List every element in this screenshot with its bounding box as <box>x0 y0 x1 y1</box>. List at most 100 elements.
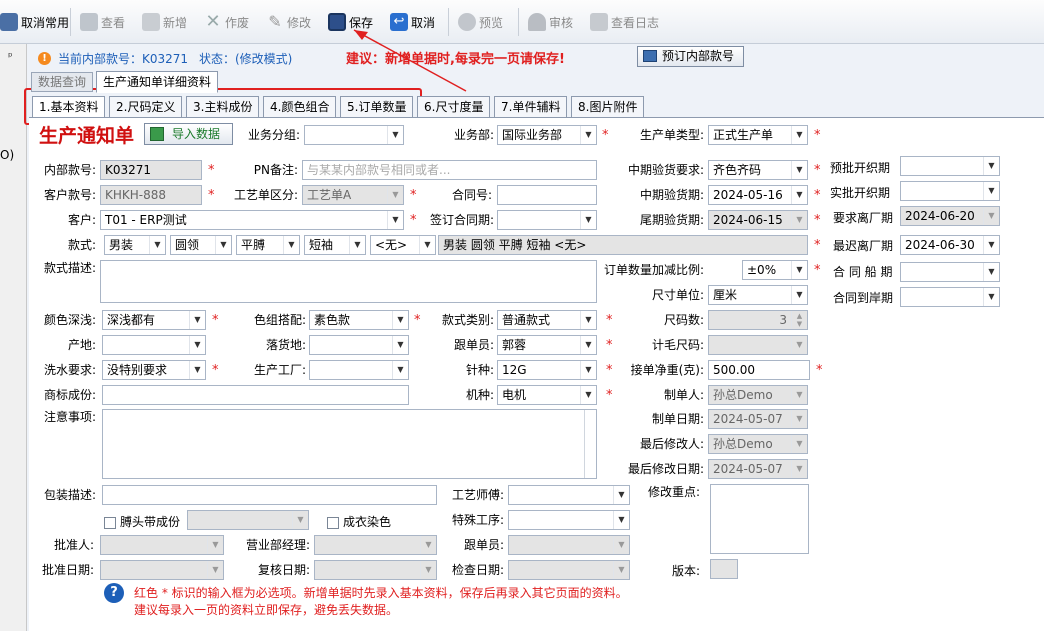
tab-main-material[interactable]: 3.主料成份 <box>186 96 260 118</box>
actual-open-date[interactable]: ▼ <box>900 181 1000 201</box>
last-modify-date[interactable]: 2024-05-07 ▼ <box>708 459 808 479</box>
review-date[interactable]: ▼ <box>314 560 437 580</box>
chevron-down-icon: ▼ <box>983 207 999 225</box>
craft-type-select[interactable]: 工艺单A ▼ <box>302 185 404 205</box>
size-unit-select[interactable]: 厘米 ▼ <box>708 285 808 305</box>
approve-date[interactable]: ▼ <box>100 560 224 580</box>
chevron-down-icon: ▼ <box>387 211 403 229</box>
style-shoulder-select[interactable]: 平膊 ▼ <box>236 235 300 255</box>
import-data-button[interactable]: 导入数据 <box>144 123 233 145</box>
collar-composition-checkbox[interactable]: 膊头带成份 <box>104 512 180 532</box>
required-leave-date[interactable]: 2024-06-20 ▼ <box>900 206 1000 226</box>
size-count-stepper[interactable]: 3 ▲ ▼ <box>708 310 808 330</box>
color-depth-select[interactable]: 深浅都有 ▼ <box>102 310 206 330</box>
maker-select[interactable]: 孙总Demo ▼ <box>708 385 808 405</box>
weight-size-select[interactable]: ▼ <box>708 335 808 355</box>
last-modifier-select[interactable]: 孙总Demo ▼ <box>708 434 808 454</box>
required-mark: * <box>414 313 421 328</box>
craftsman-select[interactable]: ▼ <box>508 485 630 505</box>
sign-date[interactable]: ▼ <box>497 210 597 230</box>
stepper-arrows-icon[interactable]: ▲ ▼ <box>791 311 807 329</box>
notes-scrollbar[interactable] <box>584 410 596 478</box>
delivery-place-select[interactable]: ▼ <box>309 335 409 355</box>
check-date[interactable]: ▼ <box>508 560 630 580</box>
style-gender-select[interactable]: 男装 ▼ <box>104 235 166 255</box>
tab-order-qty[interactable]: 5.订单数量 <box>340 96 414 118</box>
latest-leave-date[interactable]: 2024-06-30 ▼ <box>900 235 1000 255</box>
tab-size-define[interactable]: 2.尺码定义 <box>109 96 183 118</box>
contract-no-input[interactable] <box>497 185 597 205</box>
tab-size-measure[interactable]: 6.尺寸度量 <box>417 96 491 118</box>
collar-composition-select[interactable]: ▼ <box>187 510 309 530</box>
follower2-select[interactable]: ▼ <box>508 535 630 555</box>
label-modify-focus: 修改重点: <box>647 485 700 499</box>
tab-data-query[interactable]: 数据查询 <box>31 72 94 92</box>
wash-req-select[interactable]: 没特别要求 ▼ <box>102 360 206 380</box>
business-group-select[interactable]: ▼ <box>304 125 404 145</box>
label-size-unit: 尺寸单位: <box>651 288 704 302</box>
customer-no-field[interactable]: KHKH-888 <box>100 185 202 205</box>
chevron-down-icon: ▼ <box>392 336 408 354</box>
label-version: 版本: <box>671 564 700 578</box>
style-desc-textarea[interactable] <box>100 260 597 303</box>
style-category-select[interactable]: 普通款式 ▼ <box>497 310 597 330</box>
factory-select[interactable]: ▼ <box>309 360 409 380</box>
pre-open-date[interactable]: ▼ <box>900 156 1000 176</box>
chevron-down-icon: ▼ <box>791 386 807 404</box>
pn-note-input[interactable]: 与某某内部款号相同或者... <box>302 160 597 180</box>
net-weight-input[interactable]: 500.00 <box>708 360 810 380</box>
style-collar-select[interactable]: 圆领 ▼ <box>170 235 232 255</box>
tab-images[interactable]: 8.图片附件 <box>571 96 645 118</box>
chevron-down-icon: ▼ <box>292 511 308 529</box>
chevron-down-icon: ▼ <box>149 236 165 254</box>
chevron-down-icon: ▼ <box>215 236 231 254</box>
order-type-select[interactable]: 正式生产单 ▼ <box>708 125 808 145</box>
needle-select[interactable]: 12G ▼ <box>497 360 597 380</box>
style-extra-select[interactable]: <无> ▼ <box>370 235 436 255</box>
chevron-down-icon: ▼ <box>207 536 223 554</box>
origin-select[interactable]: ▼ <box>102 335 206 355</box>
brand-comp-input[interactable] <box>102 385 409 405</box>
machine-select[interactable]: 电机 ▼ <box>497 385 597 405</box>
annotation-arrow-line <box>353 29 467 92</box>
mid-check-req-select[interactable]: 齐色齐码 ▼ <box>708 160 808 180</box>
internal-no-field[interactable]: K03271 <box>100 160 202 180</box>
chevron-down-icon: ▼ <box>580 386 596 404</box>
final-check-date[interactable]: 2024-06-15 ▼ <box>708 210 808 230</box>
department-select[interactable]: 国际业务部 ▼ <box>497 125 597 145</box>
special-process-select[interactable]: ▼ <box>508 510 630 530</box>
tab-basic-info[interactable]: 1.基本资料 <box>32 96 106 118</box>
label-review-date: 复核日期: <box>257 563 310 577</box>
label-machine: 机种: <box>465 388 494 402</box>
package-desc-input[interactable] <box>102 485 437 505</box>
customer-select[interactable]: T01 - ERP测试 ▼ <box>100 210 404 230</box>
checkbox-icon <box>327 516 339 529</box>
modify-focus-textarea[interactable] <box>710 484 809 554</box>
chevron-down-icon: ▼ <box>420 536 436 554</box>
required-mark: * <box>606 363 613 378</box>
required-mark: * <box>208 163 215 178</box>
contract-arrive-date[interactable]: ▼ <box>900 287 1000 307</box>
garment-dye-checkbox[interactable]: 成衣染色 <box>327 512 391 532</box>
style-sleeve-select[interactable]: 短袖 ▼ <box>304 235 366 255</box>
chevron-down-icon: ▼ <box>580 126 596 144</box>
label-approve-date: 批准日期: <box>41 563 94 577</box>
contract-ship-date[interactable]: ▼ <box>900 262 1000 282</box>
label-style-desc: 款式描述: <box>43 261 96 275</box>
tab-accessories[interactable]: 7.单件辅料 <box>494 96 568 118</box>
tab-color-combo[interactable]: 4.颜色组合 <box>263 96 337 118</box>
version-field[interactable] <box>710 559 738 579</box>
mid-check-date[interactable]: 2024-05-16 ▼ <box>708 185 808 205</box>
notes-textarea[interactable] <box>102 409 597 479</box>
approver-select[interactable]: ▼ <box>100 535 224 555</box>
label-approver: 批准人: <box>53 538 94 552</box>
label-follower2: 跟单员: <box>463 538 504 552</box>
qty-ratio-select[interactable]: ±0% ▼ <box>742 260 808 280</box>
required-mark: * <box>814 128 821 143</box>
follower-select[interactable]: 郭蓉 ▼ <box>497 335 597 355</box>
sales-manager-select[interactable]: ▼ <box>314 535 437 555</box>
tab-detail[interactable]: 生产通知单详细资料 <box>96 71 219 93</box>
help-text-line1: 红色 * 标识的输入框为必选项。新增单据时先录入基本资料，保存后再录入其它页面的… <box>134 586 628 600</box>
color-match-select[interactable]: 素色款 ▼ <box>309 310 409 330</box>
make-date[interactable]: 2024-05-07 ▼ <box>708 409 808 429</box>
